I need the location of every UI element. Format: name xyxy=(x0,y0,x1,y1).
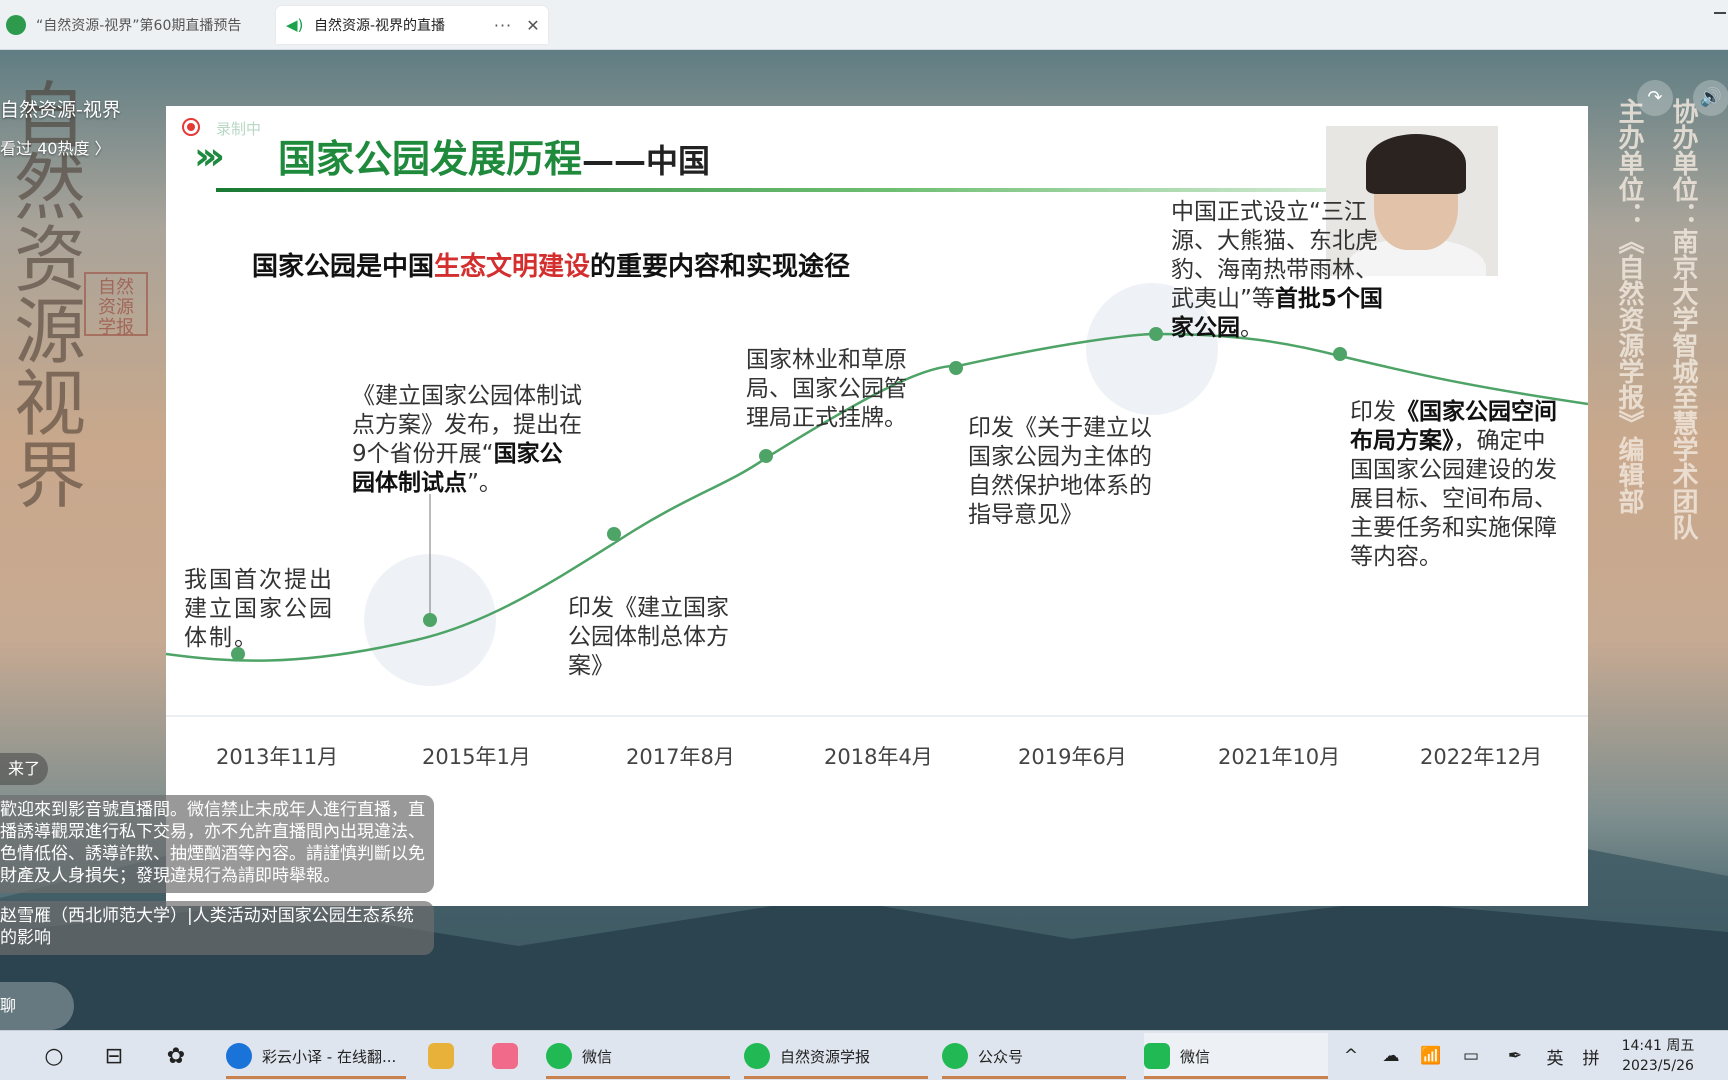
more-icon[interactable]: ··· xyxy=(488,16,518,35)
room-title: 自然资源-视界 xyxy=(0,99,121,121)
system-clock[interactable]: 14:41 周五 2023/5/26 xyxy=(1612,1036,1704,1076)
timeline-node xyxy=(1149,327,1163,341)
timeline-date: 2018年4月 xyxy=(824,745,933,769)
timeline-node xyxy=(607,527,621,541)
pen-icon[interactable]: ✒ xyxy=(1500,1031,1530,1080)
timeline-event: 印发《国家公园空间布局方案》，确定中国国家公园建设的发展目标、空间布局、主要任务… xyxy=(1350,399,1557,570)
battery-icon[interactable]: ▭ xyxy=(1456,1031,1486,1080)
tab-title: “自然资源-视界”第60期直播预告 xyxy=(36,18,242,34)
tab-live-preview[interactable]: “自然资源-视界”第60期直播预告 xyxy=(0,6,270,44)
slide-title: 国家公园发展历程——中国 xyxy=(278,128,710,183)
speaker-hair xyxy=(1366,134,1466,194)
wechat-icon xyxy=(744,1043,770,1069)
title-divider xyxy=(216,188,1346,192)
site-favicon-icon xyxy=(6,15,26,35)
folder-icon xyxy=(428,1043,454,1069)
chat-message: 赵雪雁（西北师范大学）|人类活动对国家公园生态系统的影响 xyxy=(0,901,434,955)
journal-seal: 自然资源学报 xyxy=(84,272,148,338)
slide-subtitle: 国家公园是中国生态文明建设的重要内容和实现途径 xyxy=(252,246,850,283)
taskbar-app-journal[interactable]: 自然资源学报 xyxy=(744,1033,928,1079)
share-icon[interactable]: ↷ xyxy=(1637,80,1673,116)
cloud-icon[interactable]: ☁ xyxy=(1376,1031,1406,1080)
timeline-event: 印发《建立国家公园体制总体方案》 xyxy=(568,595,729,679)
presentation-slide: 录制中 ››› 国家公园发展历程——中国 国家公园是中国生态文明建设的重要内容和… xyxy=(166,106,1588,906)
app-pinned-icon[interactable]: ✿ xyxy=(158,1031,194,1080)
taskbar-app-bilibili[interactable] xyxy=(492,1033,528,1079)
timeline-date: 2022年12月 xyxy=(1420,745,1543,769)
calligraphy-character: 视 xyxy=(14,362,87,446)
edge-browser-icon xyxy=(226,1043,252,1069)
calligraphy-character: 界 xyxy=(14,434,87,518)
wechat-icon xyxy=(546,1043,572,1069)
close-tab-icon[interactable]: ✕ xyxy=(518,16,548,35)
timeline-node xyxy=(423,613,437,627)
co-organizer: 协办单位：南京大学智城至慧学术团队 xyxy=(1668,98,1698,540)
viewer-join-notice: 来了 xyxy=(0,753,49,785)
wechat-window-icon xyxy=(1144,1043,1170,1069)
subtitle-highlight: 生态文明建设 xyxy=(434,252,591,282)
system-notice: 歡迎來到影音號直播間。微信禁止未成年人進行直播，直播誘導觀眾進行私下交易，亦不允… xyxy=(0,795,434,893)
volume-icon[interactable]: 🔊 xyxy=(1693,80,1728,116)
clock-date: 2023/5/26 xyxy=(1622,1058,1694,1074)
wechat-icon xyxy=(942,1043,968,1069)
timeline-event: 中国正式设立“三江源、大熊猫、东北虎豹、海南热带雨林、武夷山”等首批5个国家公园… xyxy=(1171,199,1383,341)
language-indicator[interactable]: 英 xyxy=(1540,1031,1570,1080)
speaker-playing-icon: ◀) xyxy=(286,16,304,34)
comment-input[interactable]: 聊 xyxy=(0,982,74,1030)
recording-label: 录制中 xyxy=(216,120,262,138)
timeline-node xyxy=(949,361,963,375)
taskbar-app-wechat[interactable]: 微信 xyxy=(546,1033,730,1079)
timeline-date: 2017年8月 xyxy=(626,745,735,769)
task-view-icon[interactable]: ⊟ xyxy=(96,1031,132,1080)
timeline-date: 2021年10月 xyxy=(1218,745,1341,769)
taskbar-app-official-account[interactable]: 公众号 xyxy=(942,1033,1126,1079)
wifi-icon[interactable]: 📶 xyxy=(1416,1031,1446,1080)
taskbar-app-translator[interactable]: 彩云小译 - 在线翻... xyxy=(226,1033,406,1079)
room-stats[interactable]: 看过 40热度 〉 xyxy=(0,135,111,159)
timeline-event: 印发《关于建立以国家公园为主体的自然保护地体系的指导意见》 xyxy=(968,415,1152,528)
clock-time: 14:41 周五 xyxy=(1621,1038,1695,1054)
browser-tab-bar: “自然资源-视界”第60期直播预告 ◀) 自然资源-视界的直播 ··· ✕ xyxy=(0,0,1728,50)
slide-title-main: 国家公园发展历程 xyxy=(278,137,583,181)
taskbar-app-label: 彩云小译 - 在线翻... xyxy=(262,1047,397,1066)
timeline-node xyxy=(1333,347,1347,361)
search-icon[interactable]: ○ xyxy=(36,1031,72,1080)
minimize-icon[interactable] xyxy=(1714,12,1726,14)
taskbar-app-wechat-window[interactable]: 微信 xyxy=(1144,1033,1328,1079)
timeline-event: 我国首次提出建立国家公园体制。 xyxy=(184,567,334,651)
timeline-date: 2019年6月 xyxy=(1018,745,1127,769)
timeline-date: 2013年11月 xyxy=(216,745,339,769)
live-stream-view: 自然资源视界 自然资源学报 自然资源-视界 看过 40热度 〉 主办单位：《自然… xyxy=(0,50,1728,1030)
tab-title: 自然资源-视界的直播 xyxy=(314,18,446,34)
calligraphy-character: 然 xyxy=(14,146,87,230)
timeline-node xyxy=(759,449,773,463)
bilibili-icon xyxy=(492,1043,518,1069)
timeline-event: 《建立国家公园体制试点方案》发布，提出在9个省份开展“国家公园体制试点”。 xyxy=(352,383,582,496)
host-organizer: 主办单位：《自然资源学报》编辑部 xyxy=(1614,98,1644,514)
taskbar-app-files[interactable] xyxy=(428,1033,464,1079)
subtitle-part: 国家公园是中国 xyxy=(252,252,435,282)
taskbar-app-label: 微信 xyxy=(1180,1047,1211,1066)
chevron-right-icon: ››› xyxy=(194,134,225,178)
timeline-event: 国家林业和草原局、国家公园管理局正式挂牌。 xyxy=(746,347,907,431)
taskbar-app-label: 公众号 xyxy=(978,1047,1024,1066)
slide-title-sub: ——中国 xyxy=(582,142,711,180)
subtitle-part: 的重要内容和实现途径 xyxy=(590,252,851,282)
taskbar-app-label: 自然资源学报 xyxy=(780,1047,871,1066)
show-hidden-icons-icon[interactable]: ^ xyxy=(1336,1031,1366,1080)
tab-live-stream[interactable]: ◀) 自然资源-视界的直播 ··· ✕ xyxy=(276,6,548,44)
ime-indicator[interactable]: 拼 xyxy=(1576,1031,1606,1080)
windows-taskbar: ○ ⊟ ✿ 彩云小译 - 在线翻... 微信 自然资源学报 公众号 微信 ^ ☁… xyxy=(0,1030,1728,1080)
taskbar-app-label: 微信 xyxy=(582,1047,613,1066)
timeline-date: 2015年1月 xyxy=(422,745,531,769)
